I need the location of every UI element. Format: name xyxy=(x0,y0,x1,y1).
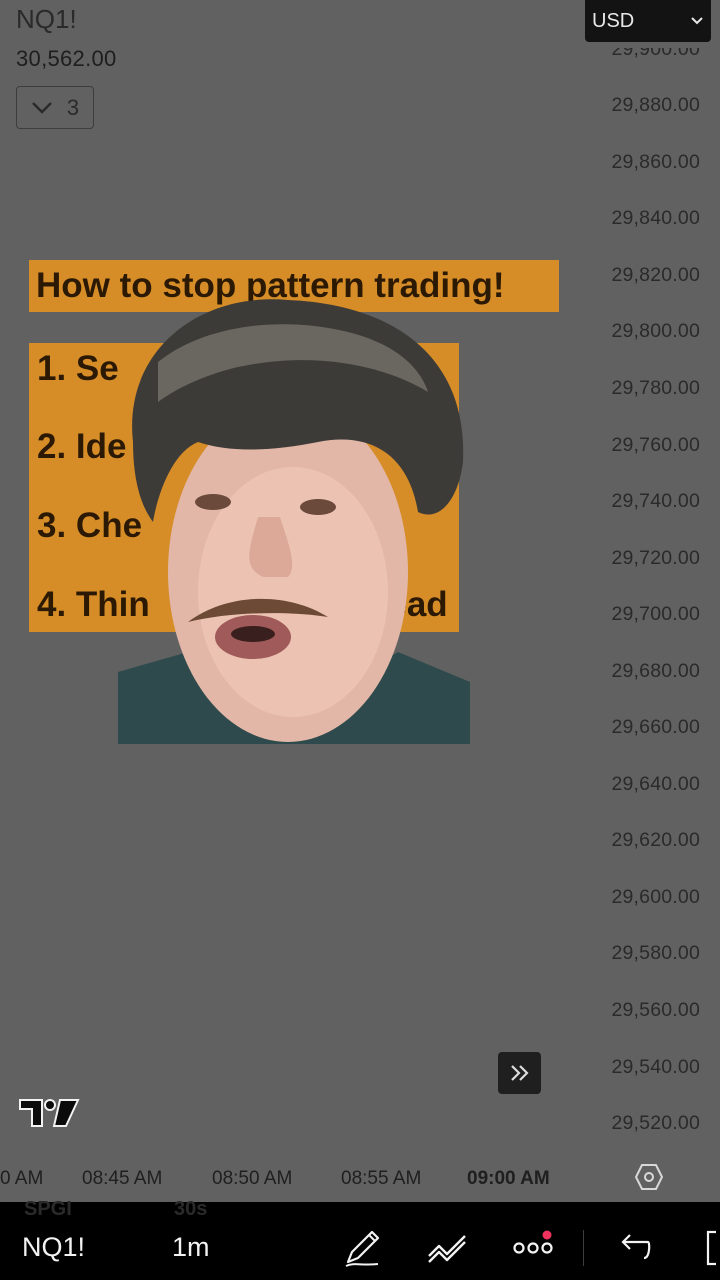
currency-label: USD xyxy=(592,9,635,32)
indicators-collapse-button[interactable]: 3 xyxy=(16,86,94,129)
chevron-down-icon xyxy=(691,17,703,25)
list-item: 1. Se xyxy=(37,349,119,388)
chevron-down-icon xyxy=(31,101,52,114)
undo-icon[interactable] xyxy=(612,1226,656,1270)
price-axis-label: 29,780.00 xyxy=(611,377,700,399)
settings-hexagon-icon[interactable] xyxy=(634,1162,664,1192)
tradingview-logo[interactable] xyxy=(18,1096,80,1130)
symbol-button[interactable]: NQ1! xyxy=(22,1232,85,1263)
time-axis-label: 0 AM xyxy=(0,1168,44,1189)
price-axis-label: 29,680.00 xyxy=(611,660,700,682)
price-axis-label: 29,840.00 xyxy=(611,207,700,229)
price-axis-label: 29,860.00 xyxy=(611,151,700,173)
fullscreen-icon[interactable] xyxy=(696,1226,720,1270)
time-axis-label: 08:50 AM xyxy=(212,1168,293,1189)
currency-dropdown[interactable]: USD xyxy=(585,0,711,42)
list-item: 2. Ide xyxy=(37,427,127,466)
scroll-to-realtime-button[interactable] xyxy=(498,1052,541,1094)
presenter-image xyxy=(118,299,470,744)
drawing-tools-icon[interactable] xyxy=(425,1226,469,1270)
price-axis-label: 29,760.00 xyxy=(611,434,700,456)
time-axis-label: 08:55 AM xyxy=(341,1168,422,1189)
chart-symbol[interactable]: NQ1! xyxy=(16,4,77,35)
price-axis-label: 29,620.00 xyxy=(611,829,700,851)
price-axis-label: 29,580.00 xyxy=(611,942,700,964)
price-axis-label: 29,800.00 xyxy=(611,320,700,342)
price-axis-label: 29,820.00 xyxy=(611,264,700,286)
more-icon[interactable] xyxy=(511,1226,555,1270)
last-price: 30,562.00 xyxy=(16,46,117,71)
ghost-label: SPGI xyxy=(24,1198,72,1220)
price-axis-label: 29,560.00 xyxy=(611,999,700,1021)
ghost-label: 30s xyxy=(174,1198,208,1220)
price-axis-label: 29,600.00 xyxy=(611,886,700,908)
toolbar-divider xyxy=(583,1230,584,1266)
price-axis-label: 29,640.00 xyxy=(611,773,700,795)
pen-icon[interactable] xyxy=(340,1226,384,1270)
price-axis-label: 29,880.00 xyxy=(611,94,700,116)
fast-forward-icon xyxy=(510,1065,529,1081)
time-axis-label: 08:45 AM xyxy=(82,1168,163,1189)
price-axis-label: 29,720.00 xyxy=(611,547,700,569)
price-axis-label: 29,700.00 xyxy=(611,603,700,625)
price-axis-label: 29,540.00 xyxy=(611,1056,700,1078)
time-axis-label-current: 09:00 AM xyxy=(467,1168,550,1189)
notification-dot xyxy=(542,1230,552,1240)
interval-button[interactable]: 1m xyxy=(172,1232,210,1263)
price-axis-label: 29,660.00 xyxy=(611,716,700,738)
price-axis-label: 29,520.00 xyxy=(611,1112,700,1134)
price-axis-label: 29,740.00 xyxy=(611,490,700,512)
indicators-count: 3 xyxy=(66,94,80,120)
